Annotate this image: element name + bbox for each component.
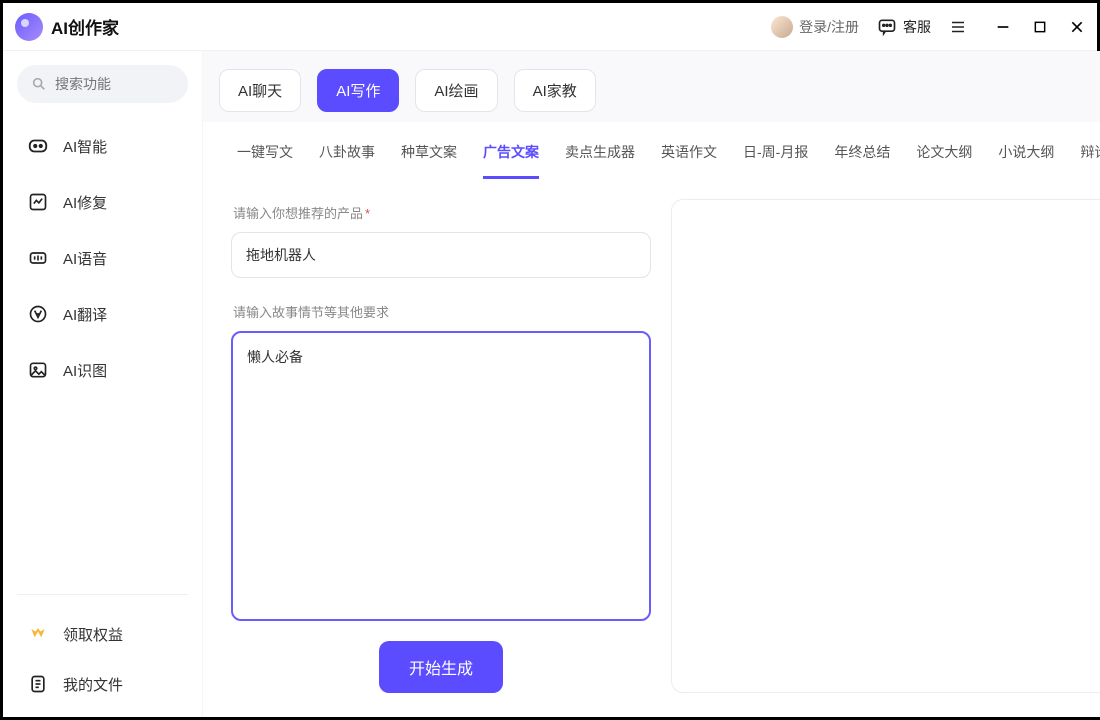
product-value: 拖地机器人 [246, 247, 316, 263]
subtab-reports[interactable]: 日-周-月报 [743, 132, 808, 179]
tab-label: AI绘画 [434, 83, 478, 100]
details-label: 请输入故事情节等其他要求 [233, 302, 651, 321]
sidebar-item-ai-repair[interactable]: AI修复 [17, 177, 188, 227]
subtab-label: 种草文案 [401, 144, 457, 160]
ai-translate-icon [27, 303, 49, 325]
sidebar-item-label: AI修复 [63, 192, 107, 213]
login-label: 登录/注册 [799, 17, 859, 37]
subtab-selling-points[interactable]: 卖点生成器 [565, 132, 635, 179]
content-area: AI聊天 AI写作 AI绘画 AI家教 一键写文 八卦故事 种草文案 广告文案 … [203, 51, 1100, 717]
sub-tabs: 一键写文 八卦故事 种草文案 广告文案 卖点生成器 英语作文 日-周-月报 年终… [203, 122, 1100, 179]
subtab-seeding[interactable]: 种草文案 [401, 132, 457, 179]
ai-smart-icon [27, 135, 49, 157]
work-area: 请输入你想推荐的产品* 拖地机器人 请输入故事情节等其他要求 开始生成 [203, 179, 1100, 717]
product-label: 请输入你想推荐的产品* [233, 203, 651, 222]
subtab-label: 日-周-月报 [743, 144, 808, 160]
service-button[interactable]: 客服 [877, 17, 931, 37]
sidebar-item-label: 领取权益 [63, 624, 123, 645]
subtab-label: 卖点生成器 [565, 144, 635, 160]
app-title: AI创作家 [51, 14, 119, 39]
subtab-label: 小说大纲 [998, 144, 1054, 160]
output-panel [671, 199, 1100, 693]
divider [17, 594, 188, 595]
tab-ai-tutor[interactable]: AI家教 [514, 69, 596, 112]
tab-label: AI写作 [336, 83, 380, 100]
sidebar-item-ai-voice[interactable]: AI语音 [17, 233, 188, 283]
sidebar-item-label: 我的文件 [63, 674, 123, 695]
maximize-button[interactable] [1033, 20, 1047, 34]
subtab-label: 年终总结 [834, 144, 890, 160]
form-column: 请输入你想推荐的产品* 拖地机器人 请输入故事情节等其他要求 开始生成 [231, 199, 651, 693]
subtab-label: 英语作文 [661, 144, 717, 160]
subtab-paper-outline[interactable]: 论文大纲 [916, 132, 972, 179]
service-label: 客服 [903, 17, 931, 37]
tab-ai-chat[interactable]: AI聊天 [219, 69, 301, 112]
app-logo: AI创作家 [15, 13, 119, 41]
generate-button[interactable]: 开始生成 [379, 641, 503, 693]
tab-label: AI家教 [533, 83, 577, 100]
subtab-ad-copy[interactable]: 广告文案 [483, 132, 539, 179]
minimize-button[interactable] [995, 19, 1011, 35]
tab-ai-draw[interactable]: AI绘画 [415, 69, 497, 112]
main-tabs: AI聊天 AI写作 AI绘画 AI家教 [203, 51, 1100, 122]
search-icon [31, 76, 47, 92]
subtab-one-click[interactable]: 一键写文 [237, 132, 293, 179]
subtab-gossip[interactable]: 八卦故事 [319, 132, 375, 179]
sidebar-item-label: AI语音 [63, 248, 107, 269]
sidebar-item-label: AI翻译 [63, 304, 107, 325]
sidebar: AI智能 AI修复 AI语音 AI翻译 AI识图 领取权 [3, 51, 203, 717]
ai-voice-icon [27, 247, 49, 269]
titlebar: AI创作家 登录/注册 客服 [3, 3, 1097, 51]
subtab-label: 一键写文 [237, 144, 293, 160]
sidebar-item-benefits[interactable]: 领取权益 [17, 609, 188, 659]
files-icon [27, 673, 49, 695]
logo-icon [15, 13, 43, 41]
subtab-year-end[interactable]: 年终总结 [834, 132, 890, 179]
avatar-icon [771, 16, 793, 38]
sidebar-item-label: AI智能 [63, 136, 107, 157]
ai-repair-icon [27, 191, 49, 213]
subtab-label: 广告文案 [483, 144, 539, 160]
required-mark: * [365, 206, 370, 221]
tab-ai-write[interactable]: AI写作 [317, 69, 399, 112]
subtab-english-essay[interactable]: 英语作文 [661, 132, 717, 179]
tab-label: AI聊天 [238, 83, 282, 100]
subtab-debate[interactable]: 辩论稿 [1080, 132, 1100, 179]
subtab-novel-outline[interactable]: 小说大纲 [998, 132, 1054, 179]
benefits-icon [27, 623, 49, 645]
sidebar-item-ai-image[interactable]: AI识图 [17, 345, 188, 395]
sidebar-item-my-files[interactable]: 我的文件 [17, 659, 188, 709]
generate-label: 开始生成 [409, 661, 473, 678]
close-button[interactable] [1069, 19, 1085, 35]
subtab-label: 辩论稿 [1080, 144, 1100, 160]
sidebar-item-ai-translate[interactable]: AI翻译 [17, 289, 188, 339]
details-textarea[interactable] [231, 331, 651, 621]
ai-image-icon [27, 359, 49, 381]
subtab-label: 论文大纲 [916, 144, 972, 160]
login-button[interactable]: 登录/注册 [771, 16, 859, 38]
label-text: 请输入你想推荐的产品 [233, 206, 363, 221]
sidebar-item-ai-smart[interactable]: AI智能 [17, 121, 188, 171]
search-box[interactable] [17, 65, 188, 103]
product-input[interactable]: 拖地机器人 [231, 232, 651, 278]
subtab-label: 八卦故事 [319, 144, 375, 160]
menu-icon[interactable] [949, 18, 967, 36]
chat-icon [877, 17, 897, 37]
sidebar-item-label: AI识图 [63, 360, 107, 381]
